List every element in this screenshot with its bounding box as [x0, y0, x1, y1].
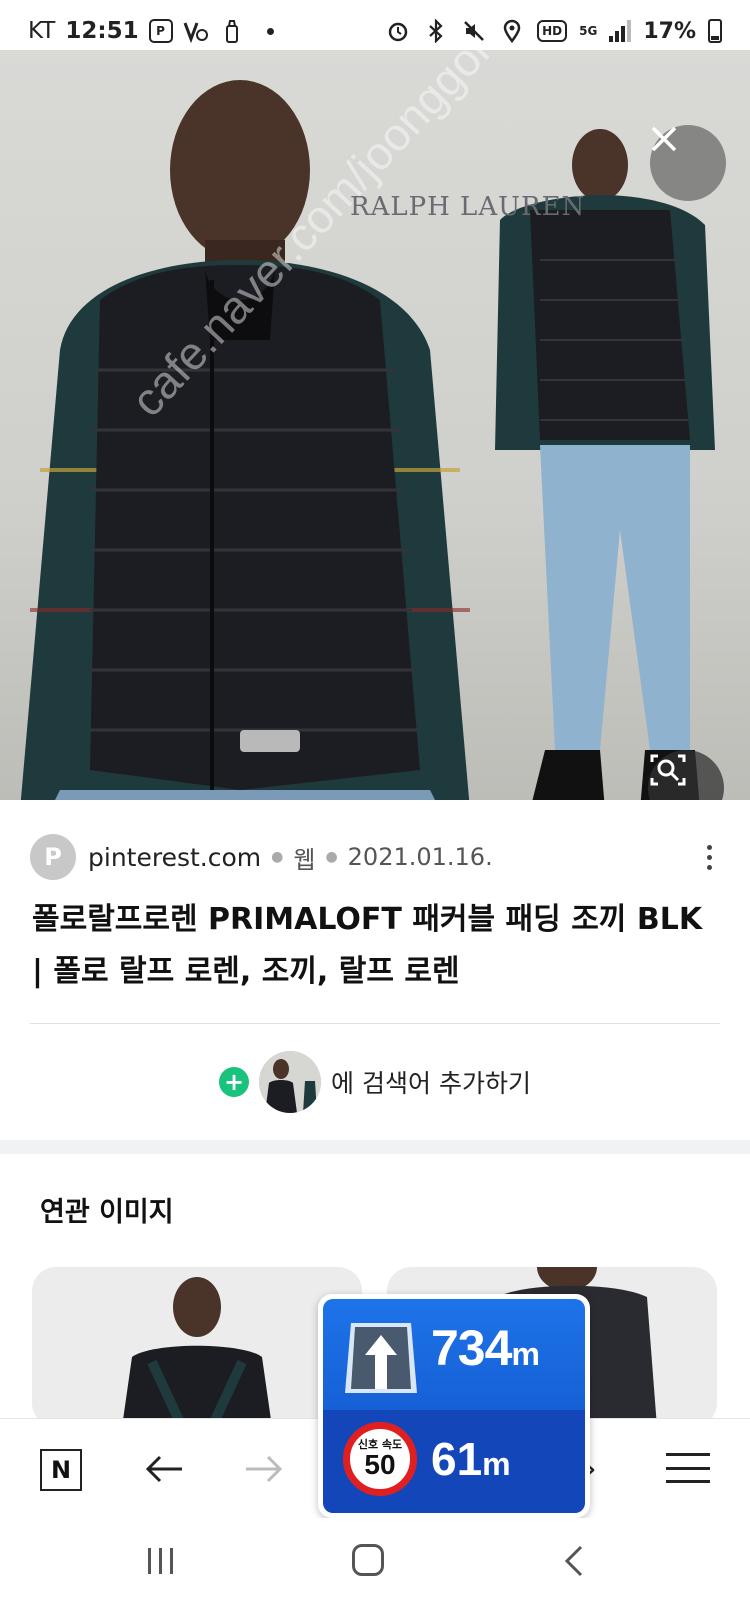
close-icon [651, 126, 677, 152]
battery-percent: 17% [643, 18, 696, 44]
add-to-search-button[interactable]: + 에 검색어 추가하기 [0, 1050, 750, 1114]
more-options-icon[interactable] [707, 844, 720, 870]
forward-arrow-icon [246, 1455, 283, 1483]
jeans [540, 445, 690, 750]
turn-distance: 734m [431, 1320, 540, 1376]
status-right: HD 5G 17% [385, 18, 722, 44]
carrier-label: KT [28, 18, 56, 44]
result-title-line1: 폴로랄프로렌 PRIMALOFT 패커블 패딩 조끼 BLK [32, 902, 703, 937]
network-5g-icon: 5G [579, 24, 598, 38]
recents-button[interactable] [148, 1548, 173, 1574]
back-arrow-icon [145, 1455, 182, 1483]
divider [30, 1023, 720, 1024]
home-button[interactable] [352, 1544, 384, 1576]
section-gap [0, 1140, 750, 1154]
speed-limit-distance: 61m [431, 1433, 511, 1485]
status-left: KT 12:51 P [28, 18, 274, 44]
result-title[interactable]: 폴로랄프로렌 PRIMALOFT 패커블 패딩 조끼 BLK | 폴로 랄프 로… [32, 894, 722, 998]
signal-strength-icon [609, 20, 632, 42]
baby-bottle-icon [219, 18, 245, 44]
system-back-button[interactable] [562, 1544, 584, 1583]
clock: 12:51 [65, 18, 139, 44]
related-images-title: 연관 이미지 [40, 1197, 174, 1228]
speed-limit-value: 50 [364, 1449, 396, 1480]
source-domain[interactable]: pinterest.com [88, 843, 261, 872]
image-search-icon [650, 754, 686, 786]
add-search-label: 에 검색어 추가하기 [331, 1069, 531, 1098]
plus-icon: + [219, 1067, 250, 1097]
system-back-icon [564, 1545, 583, 1577]
separator-dot: ● [271, 849, 284, 865]
separator-dot: ● [325, 849, 338, 865]
boot-left [532, 750, 605, 800]
volte-icon [183, 18, 209, 44]
close-button[interactable] [650, 125, 726, 201]
more-notifications-dot [266, 27, 274, 35]
location-icon [499, 18, 525, 44]
image-thumbnail [259, 1051, 322, 1113]
back-button[interactable] [136, 1441, 192, 1497]
navigation-widget[interactable]: 734m 신호 속도 50 61m [318, 1294, 590, 1518]
hd-voice-badge: HD [537, 20, 568, 42]
forward-button[interactable] [236, 1441, 292, 1497]
result-title-line2: | 폴로 랄프 로렌, 조끼, 랄프 로렌 [32, 954, 460, 989]
bluetooth-icon [423, 18, 449, 44]
source-date: 2021.01.16. [347, 843, 493, 871]
mute-icon [461, 18, 487, 44]
battery-icon [708, 19, 722, 43]
puffer-vest [90, 265, 420, 790]
related-image-card[interactable] [32, 1267, 362, 1427]
naver-home-button[interactable]: N [40, 1449, 82, 1491]
source-type: 웹 [293, 845, 316, 874]
hero-image[interactable]: RALPH LAUREN cafe.naver.com/joonggonara [0, 50, 750, 800]
system-navigation-bar [0, 1518, 750, 1609]
speed-limit-panel: 신호 속도 50 61m [323, 1410, 585, 1513]
brand-logo: RALPH LAUREN [350, 192, 586, 222]
straight-ahead-icon [345, 1323, 417, 1393]
source-favicon: P [30, 834, 76, 880]
menu-icon[interactable] [666, 1453, 710, 1483]
source-row[interactable]: P pinterest.com ● 웹 ● 2021.01.16. [30, 832, 720, 882]
alarm-icon [385, 18, 411, 44]
belt-buckle [240, 730, 300, 752]
turn-guidance-panel: 734m [323, 1299, 585, 1410]
app-notification-icon: P [148, 19, 173, 43]
speed-limit-sign: 신호 속도 50 [343, 1422, 417, 1496]
